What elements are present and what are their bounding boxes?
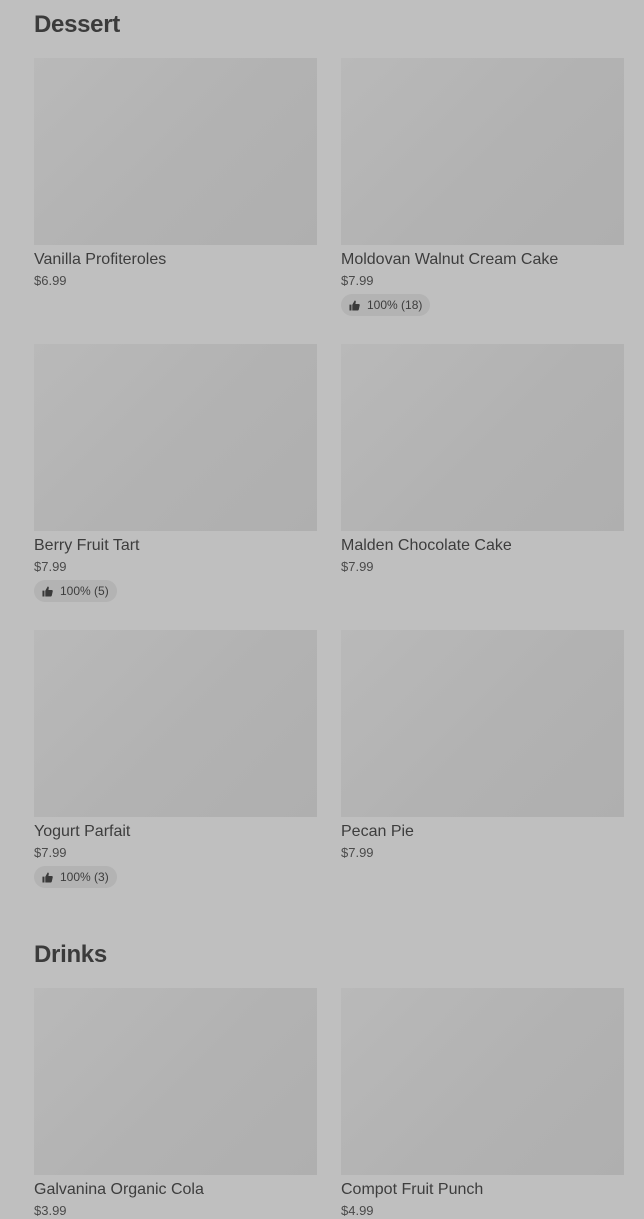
item-name: Moldovan Walnut Cream Cake	[341, 251, 559, 268]
item-name: Malden Chocolate Cake	[341, 537, 512, 554]
thumbs-up-icon	[42, 872, 53, 883]
menu-item[interactable]: Galvanina Organic Cola $3.99	[34, 988, 317, 1219]
menu-item[interactable]: Pecan Pie $7.99	[341, 630, 624, 861]
rating-text: 100% (18)	[367, 298, 423, 312]
item-price: $6.99	[34, 273, 67, 288]
section-title-dessert: Dessert	[34, 11, 120, 38]
menu-item[interactable]: Compot Fruit Punch $4.99	[341, 988, 624, 1219]
rating-text: 100% (5)	[60, 584, 109, 598]
item-name: Compot Fruit Punch	[341, 1181, 484, 1198]
thumbs-up-icon	[349, 300, 360, 311]
menu-item[interactable]: Yogurt Parfait $7.99 100% (3)	[34, 630, 317, 888]
rating-text: 100% (3)	[60, 870, 109, 884]
item-price: $7.99	[34, 845, 67, 860]
section-title-drinks: Drinks	[34, 941, 107, 968]
item-image[interactable]	[341, 988, 624, 1175]
item-price: $3.99	[34, 1203, 67, 1218]
item-image[interactable]	[341, 344, 624, 531]
item-price: $7.99	[34, 559, 67, 574]
item-image[interactable]	[34, 988, 317, 1175]
item-price: $4.99	[341, 1203, 374, 1218]
item-name: Vanilla Profiteroles	[34, 251, 167, 268]
item-name: Pecan Pie	[341, 823, 414, 840]
item-image[interactable]	[341, 58, 624, 245]
menu-item[interactable]: Moldovan Walnut Cream Cake $7.99 100% (1…	[341, 58, 624, 316]
item-image[interactable]	[34, 630, 317, 817]
item-price: $7.99	[341, 845, 374, 860]
item-price: $7.99	[341, 273, 374, 288]
item-image[interactable]	[34, 58, 317, 245]
item-name: Galvanina Organic Cola	[34, 1181, 204, 1198]
thumbs-up-icon	[42, 586, 53, 597]
rating-badge: 100% (3)	[34, 866, 117, 888]
item-image[interactable]	[34, 344, 317, 531]
menu-item[interactable]: Berry Fruit Tart $7.99 100% (5)	[34, 344, 317, 602]
item-name: Yogurt Parfait	[34, 823, 131, 840]
menu-item[interactable]: Vanilla Profiteroles $6.99	[34, 58, 317, 289]
item-image[interactable]	[341, 630, 624, 817]
item-price: $7.99	[341, 559, 374, 574]
item-name: Berry Fruit Tart	[34, 537, 140, 554]
rating-badge: 100% (5)	[34, 580, 117, 602]
menu-item[interactable]: Malden Chocolate Cake $7.99	[341, 344, 624, 575]
rating-badge: 100% (18)	[341, 294, 431, 316]
